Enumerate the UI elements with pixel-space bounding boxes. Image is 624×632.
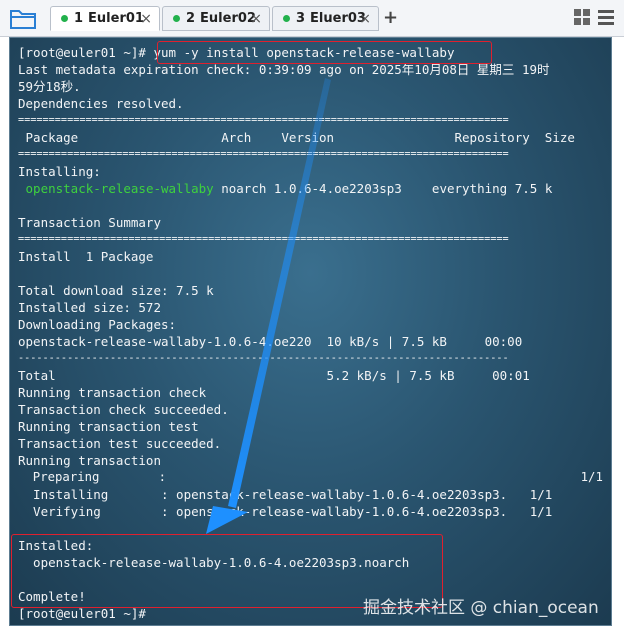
tab-label: Euler02 (200, 11, 256, 26)
status-dot-icon (173, 15, 180, 22)
tab-number: 3 (296, 11, 306, 26)
tab-number: 1 (74, 11, 84, 26)
terminal[interactable]: [root@euler01 ~]# yum -y install opensta… (9, 37, 612, 626)
menu-icon[interactable] (598, 9, 614, 25)
tab-eluer03[interactable]: 3 Eluer03 × (272, 6, 379, 31)
watermark-author: @ chian_ocean (465, 598, 599, 618)
watermark: 掘金技术社区 @ chian_ocean (363, 593, 599, 618)
tile-view-icon[interactable] (574, 9, 590, 25)
watermark-site: 掘金技术社区 (363, 598, 465, 618)
close-icon[interactable]: × (140, 11, 152, 27)
close-icon[interactable]: × (359, 11, 371, 27)
tab-euler01[interactable]: 1 Euler01 × (50, 6, 160, 31)
folder-icon[interactable] (10, 7, 36, 29)
close-icon[interactable]: × (250, 11, 262, 27)
status-dot-icon (61, 15, 68, 22)
status-dot-icon (283, 15, 290, 22)
tab-label: Euler01 (88, 11, 144, 26)
tab-number: 2 (186, 11, 196, 26)
tab-bar: 1 Euler01 × 2 Euler02 × 3 Eluer03 × + (0, 0, 624, 37)
add-tab-button[interactable]: + (383, 7, 398, 28)
annotation-arrow-icon (206, 78, 331, 534)
tab-label: Eluer03 (310, 11, 366, 26)
tab-euler02[interactable]: 2 Euler02 × (162, 6, 270, 31)
